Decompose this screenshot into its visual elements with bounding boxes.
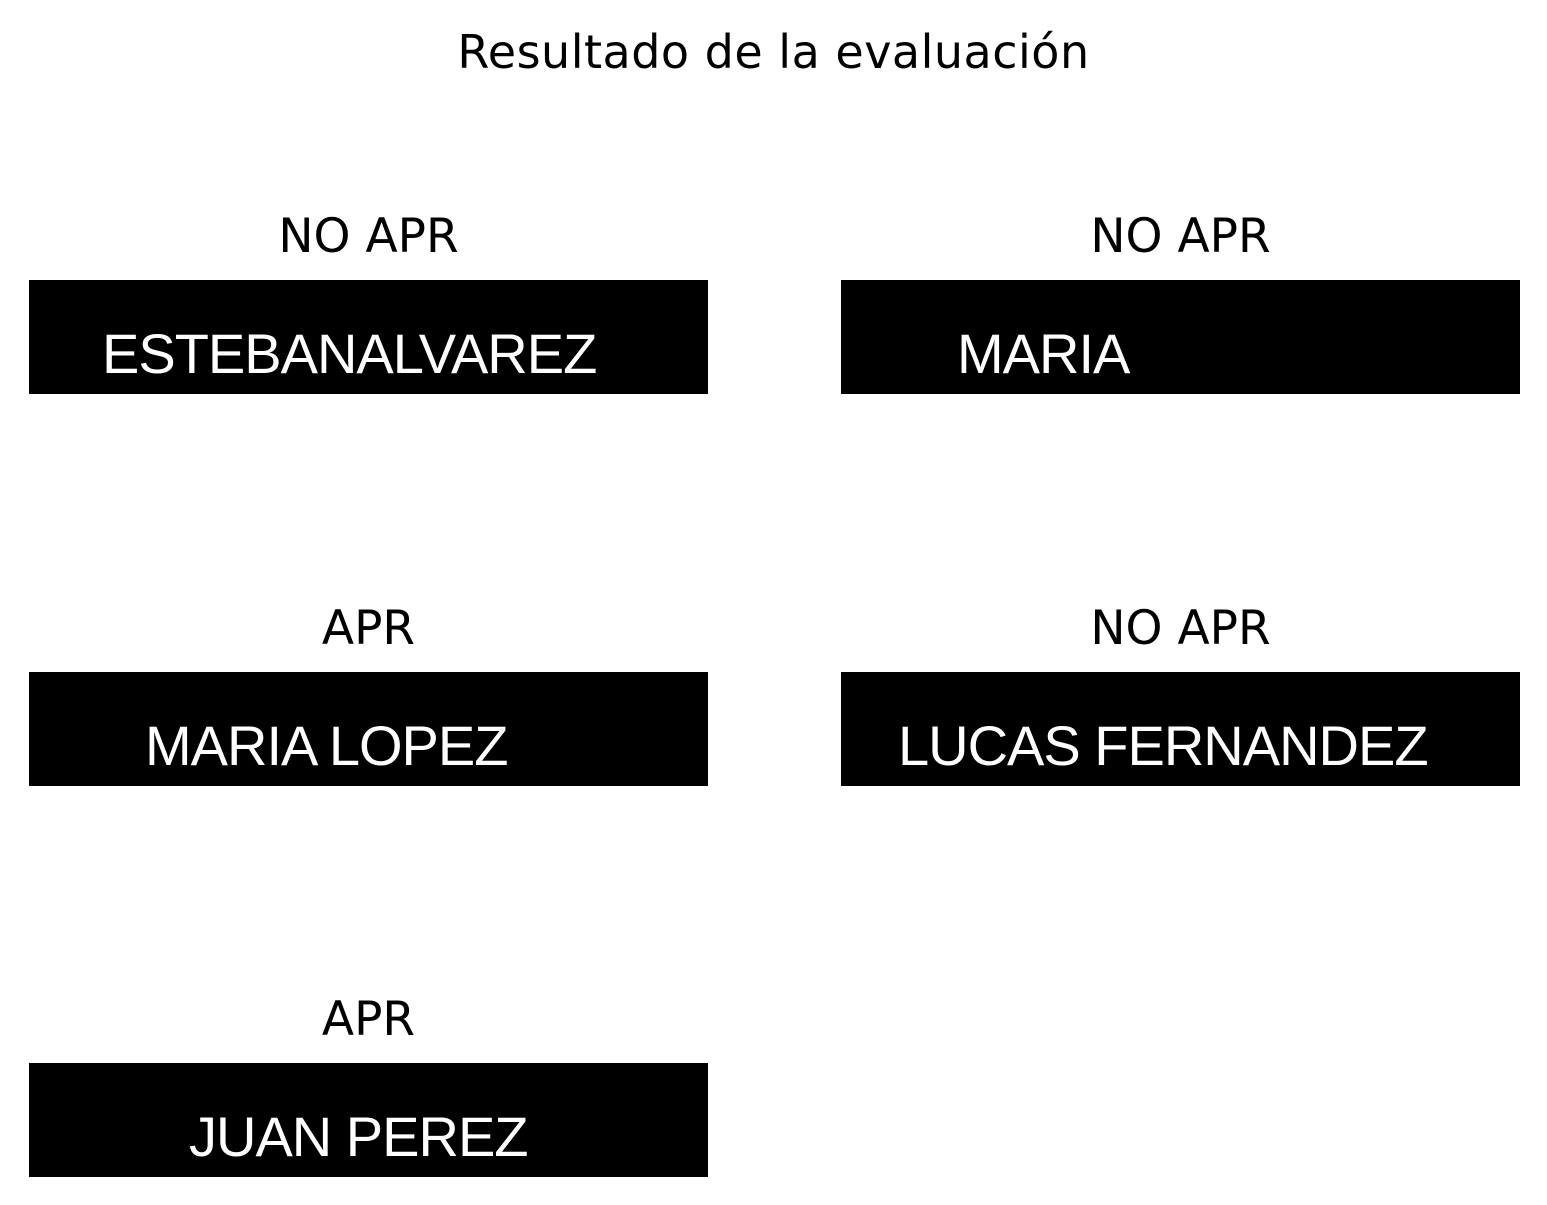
page-title: Resultado de la evaluación [457, 25, 1090, 79]
result-panel: NO APR ESTEBANALVAREZ [29, 207, 708, 394]
name-image: ESTEBANALVAREZ [29, 280, 708, 394]
result-status: NO APR [278, 209, 459, 264]
student-name: MARIA LOPEZ [145, 714, 508, 777]
name-image: LUCAS FERNANDEZ [841, 672, 1520, 786]
student-name: LUCAS FERNANDEZ [898, 714, 1429, 777]
result-panel: APR JUAN PEREZ [29, 990, 708, 1177]
name-image: MARIA LOPEZ [29, 672, 708, 786]
name-image: JUAN PEREZ [29, 1063, 708, 1177]
name-image: MARIA [841, 280, 1520, 394]
result-panel: NO APR LUCAS FERNANDEZ [841, 599, 1520, 786]
result-status: APR [321, 601, 416, 656]
student-name: ESTEBANALVAREZ [102, 322, 597, 385]
result-status: NO APR [1090, 601, 1271, 656]
student-name: MARIA [957, 322, 1130, 385]
result-status: APR [321, 992, 416, 1047]
result-status: NO APR [1090, 209, 1271, 264]
result-panel: APR MARIA LOPEZ [29, 599, 708, 786]
result-panel: NO APR MARIA [841, 207, 1520, 394]
student-name: JUAN PEREZ [189, 1105, 528, 1168]
